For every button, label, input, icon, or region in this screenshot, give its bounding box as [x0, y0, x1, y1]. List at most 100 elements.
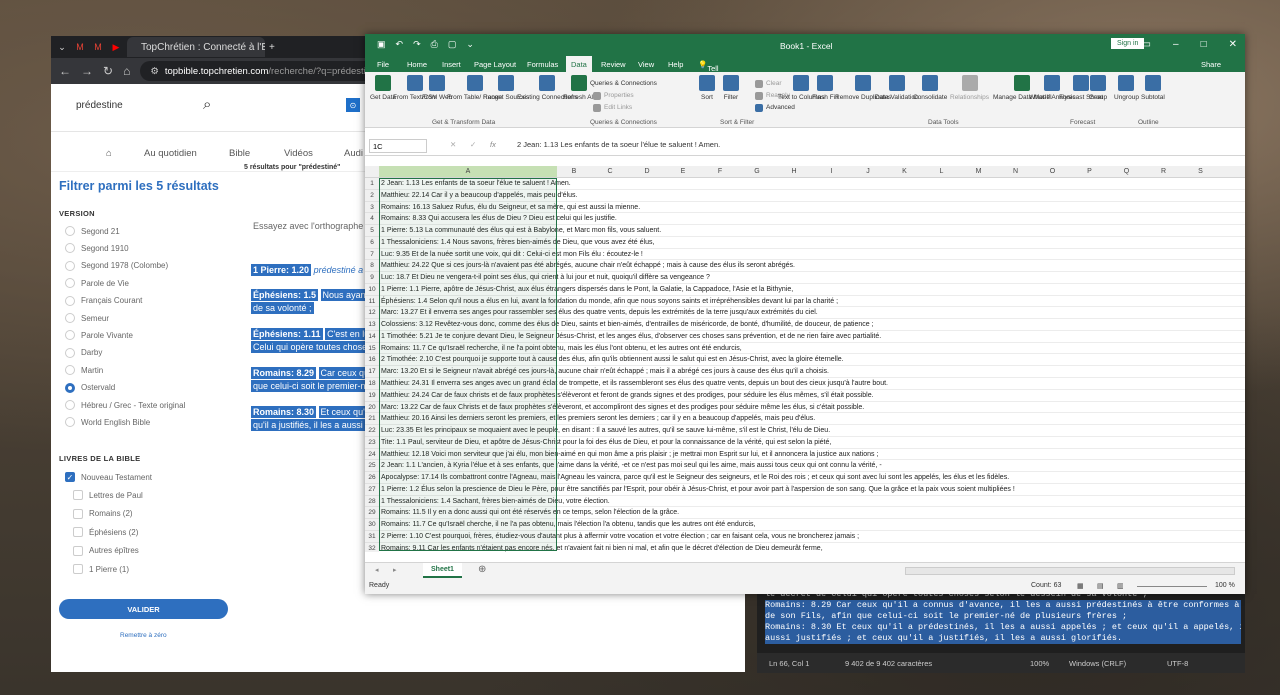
- nav-bible[interactable]: Bible: [229, 148, 250, 159]
- row-header[interactable]: 11: [365, 295, 379, 308]
- ribbon-display-icon[interactable]: ▭: [1142, 39, 1151, 50]
- ribbon-button[interactable]: Sort: [699, 75, 715, 102]
- ribbon-button[interactable]: Properties: [593, 92, 634, 100]
- cell-a[interactable]: Marc: 13.27 Et il enverra ses anges pour…: [379, 307, 1245, 320]
- result-item[interactable]: Éphésiens: 1.11 C'est en lui Celui qui o…: [251, 328, 374, 354]
- row-header[interactable]: 9: [365, 272, 379, 284]
- result-ref[interactable]: Éphésiens: 1.5: [251, 289, 319, 301]
- version-option[interactable]: Segond 21: [65, 226, 120, 236]
- version-option[interactable]: Parole Vivante: [65, 330, 133, 341]
- cancel-icon[interactable]: ✕: [450, 140, 456, 149]
- zoom-slider[interactable]: [1137, 586, 1207, 587]
- version-option[interactable]: Segond 1978 (Colombe): [65, 260, 168, 271]
- radio-button[interactable]: [65, 400, 75, 410]
- print-preview-icon[interactable]: ⎙: [431, 39, 438, 50]
- column-header[interactable]: Q: [1108, 168, 1145, 175]
- row-header[interactable]: 28: [365, 495, 379, 508]
- column-header[interactable]: I: [813, 168, 850, 175]
- row-header[interactable]: 31: [365, 530, 379, 543]
- cell-a[interactable]: Romains: 9.11 Car les enfants n'étaient …: [379, 543, 1245, 552]
- row-header[interactable]: 2: [365, 189, 379, 202]
- site-info-icon[interactable]: ⚙: [150, 66, 159, 77]
- cell-a[interactable]: 2 Timothée: 2.10 C'est pourquoi je suppo…: [379, 354, 1245, 367]
- result-item[interactable]: Éphésiens: 1.5 Nous ayant de sa volonté …: [251, 289, 371, 315]
- nav-au-quotidien[interactable]: Au quotidien: [144, 148, 197, 159]
- scroll-right-icon[interactable]: ▸: [393, 566, 397, 574]
- row-header[interactable]: 30: [365, 519, 379, 531]
- row-header[interactable]: 24: [365, 448, 379, 461]
- cell-a[interactable]: Matthieu: 12.18 Voici mon serviteur que …: [379, 449, 1245, 461]
- row-header[interactable]: 21: [365, 413, 379, 426]
- new-file-icon[interactable]: ▢: [448, 39, 457, 50]
- result-ref[interactable]: Romains: 8.30: [251, 406, 317, 418]
- cell-a[interactable]: Romains: 8.33 Qui accusera les élus de D…: [379, 213, 1245, 226]
- column-header[interactable]: C: [591, 168, 629, 175]
- version-option[interactable]: Darby: [65, 347, 102, 358]
- book-option[interactable]: 1 Pierre (1): [73, 564, 129, 574]
- book-option[interactable]: ✓ Nouveau Testament: [65, 472, 152, 482]
- cell-a[interactable]: Matthieu: 24.24 Car de faux christs et d…: [379, 390, 1245, 402]
- row-header[interactable]: 20: [365, 401, 379, 414]
- version-option[interactable]: Martin: [65, 365, 103, 376]
- column-header[interactable]: A: [379, 166, 557, 177]
- row-header[interactable]: 3: [365, 201, 379, 214]
- result-ref[interactable]: Romains: 8.29: [251, 367, 317, 379]
- tab-review[interactable]: Review: [601, 60, 626, 69]
- cell-a[interactable]: Tite: 1.1 Paul, serviteur de Dieu, et ap…: [379, 437, 1245, 449]
- row-header[interactable]: 4: [365, 213, 379, 226]
- radio-button[interactable]: [65, 365, 75, 376]
- new-tab-icon[interactable]: +: [269, 42, 275, 53]
- column-header[interactable]: K: [886, 168, 923, 175]
- tab-help[interactable]: Help: [668, 60, 683, 69]
- row-header[interactable]: 6: [365, 236, 379, 249]
- insert-function-button[interactable]: fx: [490, 140, 496, 149]
- cell-a[interactable]: 1 Pierre: 5.13 La communauté des élus qu…: [379, 225, 1245, 237]
- close-icon[interactable]: ✕: [1229, 39, 1237, 50]
- radio-button[interactable]: [65, 417, 75, 428]
- version-option[interactable]: Ostervald: [65, 382, 115, 393]
- ribbon-button[interactable]: Subtotal: [1141, 75, 1165, 102]
- save-icon[interactable]: ▣: [377, 39, 386, 50]
- radio-button[interactable]: [65, 347, 75, 358]
- checkbox[interactable]: [73, 527, 83, 538]
- checkbox[interactable]: [73, 490, 83, 501]
- cell-a[interactable]: Marc: 13.20 Et si le Seigneur n'avait ab…: [379, 366, 1245, 379]
- version-option[interactable]: World English Bible: [65, 417, 150, 428]
- row-header[interactable]: 32: [365, 542, 379, 552]
- site-logo-icon[interactable]: ⊙: [346, 98, 360, 112]
- cell-a[interactable]: Matthieu: 24.31 Il enverra ses anges ave…: [379, 378, 1245, 390]
- redo-icon[interactable]: ↷: [413, 39, 421, 50]
- row-header[interactable]: 15: [365, 342, 379, 355]
- row-header[interactable]: 18: [365, 378, 379, 390]
- book-option[interactable]: Autres épîtres: [73, 545, 139, 556]
- scroll-left-icon[interactable]: ◂: [375, 566, 379, 574]
- minimize-icon[interactable]: –: [1173, 39, 1179, 50]
- checkbox[interactable]: [73, 508, 83, 519]
- radio-button[interactable]: [65, 278, 75, 289]
- gmail-icon[interactable]: M: [91, 40, 105, 54]
- radio-button[interactable]: [65, 226, 75, 236]
- book-option[interactable]: Lettres de Paul: [73, 490, 143, 501]
- column-header[interactable]: N: [997, 168, 1034, 175]
- nav-audio[interactable]: Audi: [344, 148, 363, 159]
- cell-a[interactable]: 1 Timothée: 5.21 Je te conjure devant Di…: [379, 331, 1245, 343]
- ribbon-button[interactable]: Group: [1089, 75, 1107, 102]
- cell-a[interactable]: Romains: 16.13 Saluez Rufus, élu du Seig…: [379, 202, 1245, 214]
- reload-icon[interactable]: ↻: [103, 64, 113, 78]
- cell-a[interactable]: 1 Thessaloniciens: 1.4 Nous savons, frèr…: [379, 237, 1245, 249]
- checkbox[interactable]: [73, 564, 83, 574]
- row-header[interactable]: 14: [365, 330, 379, 343]
- cell-a[interactable]: Luc: 18.7 Et Dieu ne vengera-t-il point …: [379, 272, 1245, 284]
- tab-view[interactable]: View: [638, 60, 654, 69]
- page-layout-icon[interactable]: ▤: [1097, 582, 1104, 590]
- row-header[interactable]: 10: [365, 283, 379, 296]
- name-box[interactable]: 1C: [369, 139, 427, 153]
- book-option[interactable]: Éphésiens (2): [73, 527, 138, 538]
- tab-list-icon[interactable]: ⌄: [55, 40, 69, 54]
- cell-a[interactable]: 2 Pierre: 1.10 C'est pourquoi, frères, é…: [379, 531, 1245, 543]
- radio-button[interactable]: [65, 243, 75, 254]
- ribbon-button[interactable]: Relationships: [950, 75, 989, 102]
- search-icon[interactable]: ⌕: [203, 96, 211, 113]
- normal-view-icon[interactable]: ▦: [1077, 582, 1084, 590]
- tell-me-search[interactable]: 💡 Tell me what you want to do: [698, 60, 723, 127]
